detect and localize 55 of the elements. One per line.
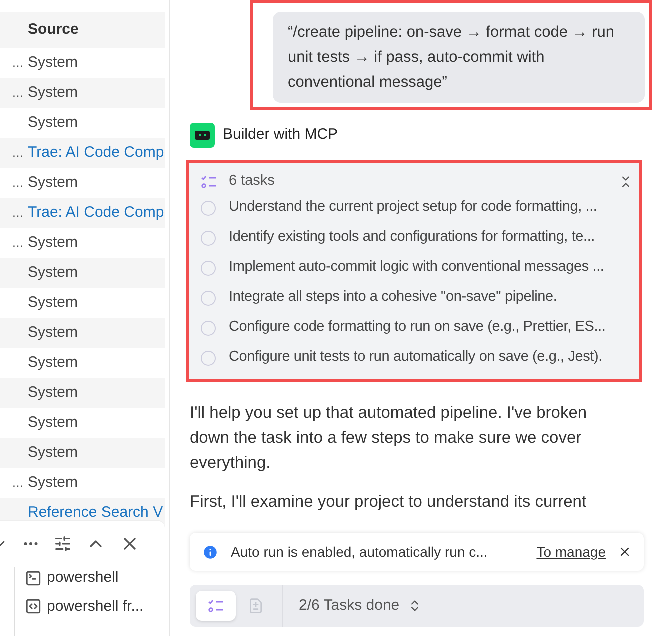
table-cell-text: …: [12, 145, 24, 162]
sliders-icon[interactable]: [54, 535, 72, 553]
table-cell-text: System: [28, 112, 78, 133]
response-text: I'll help you set up that automated pipeline. I've broken down the task into a few steps to make sure we cover everything.: [190, 403, 588, 474]
table-cell-text: System: [28, 292, 78, 313]
info-icon: [202, 544, 219, 560]
robot-icon: [190, 123, 215, 148]
task-checkbox[interactable]: [201, 320, 216, 336]
table-cell-text: System: [28, 352, 78, 373]
task-checkbox[interactable]: [201, 290, 216, 306]
table-cell-text: System: [28, 262, 78, 283]
table-cell-text: …: [12, 175, 24, 192]
table-cell-text: …: [12, 205, 24, 222]
task-item: Understand the current project setup for code formatting, ...: [229, 198, 598, 218]
close-icon[interactable]: [618, 545, 632, 559]
table-cell-text: …: [12, 475, 24, 492]
user-message: “/create pipeline: on-save → format code → run unit tests → if pass, auto-commit with conventional message”: [273, 12, 645, 103]
tasks-tab[interactable]: [196, 591, 236, 621]
table-cell-text: …: [12, 85, 24, 102]
response-text: First, I'll examine your project to understand its current: [190, 492, 588, 513]
table-cell-text: System: [28, 412, 78, 433]
terminal-item[interactable]: powershell: [47, 567, 119, 590]
table-cell-text: System: [28, 382, 78, 403]
task-list-icon: [201, 175, 217, 189]
manage-link[interactable]: To manage: [536, 542, 606, 562]
tasks-done-label: 2/6 Tasks done: [299, 596, 400, 616]
source-link[interactable]: Trae: AI Code Comp: [28, 202, 164, 224]
table-cell-text: System: [28, 232, 78, 253]
terminal-icon: [25, 570, 42, 587]
task-checkbox[interactable]: [201, 260, 216, 276]
table-cell-text: System: [28, 52, 78, 73]
table-cell-text: System: [28, 322, 78, 343]
task-item: Identify existing tools and configurations for formatting, te...: [229, 228, 596, 248]
table-cell-text: System: [28, 172, 78, 193]
column-header: Source: [28, 20, 79, 40]
task-checkbox[interactable]: [201, 230, 216, 246]
task-item: Implement auto-commit logic with conventional messages ...: [229, 258, 604, 278]
table-cell-text: System: [28, 82, 78, 103]
code-icon: [25, 598, 42, 616]
task-list-icon: [208, 599, 224, 613]
task-item: Configure unit tests to run automatically on save (e.g., Jest).: [229, 348, 602, 368]
file-diff-icon: [248, 598, 264, 614]
table-cell-text: …: [12, 235, 24, 252]
task-checkbox[interactable]: [201, 200, 216, 216]
table-cell-text: System: [28, 472, 78, 493]
terminal-item[interactable]: powershell fr...: [47, 596, 144, 618]
table-cell-text: System: [28, 442, 78, 463]
tasks-title: 6 tasks: [229, 172, 275, 192]
source-link[interactable]: Trae: AI Code Comp: [28, 142, 164, 164]
toast-message: Auto run is enabled, automatically run c...: [231, 542, 488, 562]
task-item: Integrate all steps into a cohesive "on-save" pipeline.: [229, 288, 558, 308]
task-checkbox[interactable]: [201, 350, 216, 366]
task-item: Configure code formatting to run on save (e.g., Prettier, ES...: [229, 318, 606, 338]
agent-name: Builder with MCP: [223, 125, 338, 146]
table-cell-text: …: [12, 55, 24, 72]
